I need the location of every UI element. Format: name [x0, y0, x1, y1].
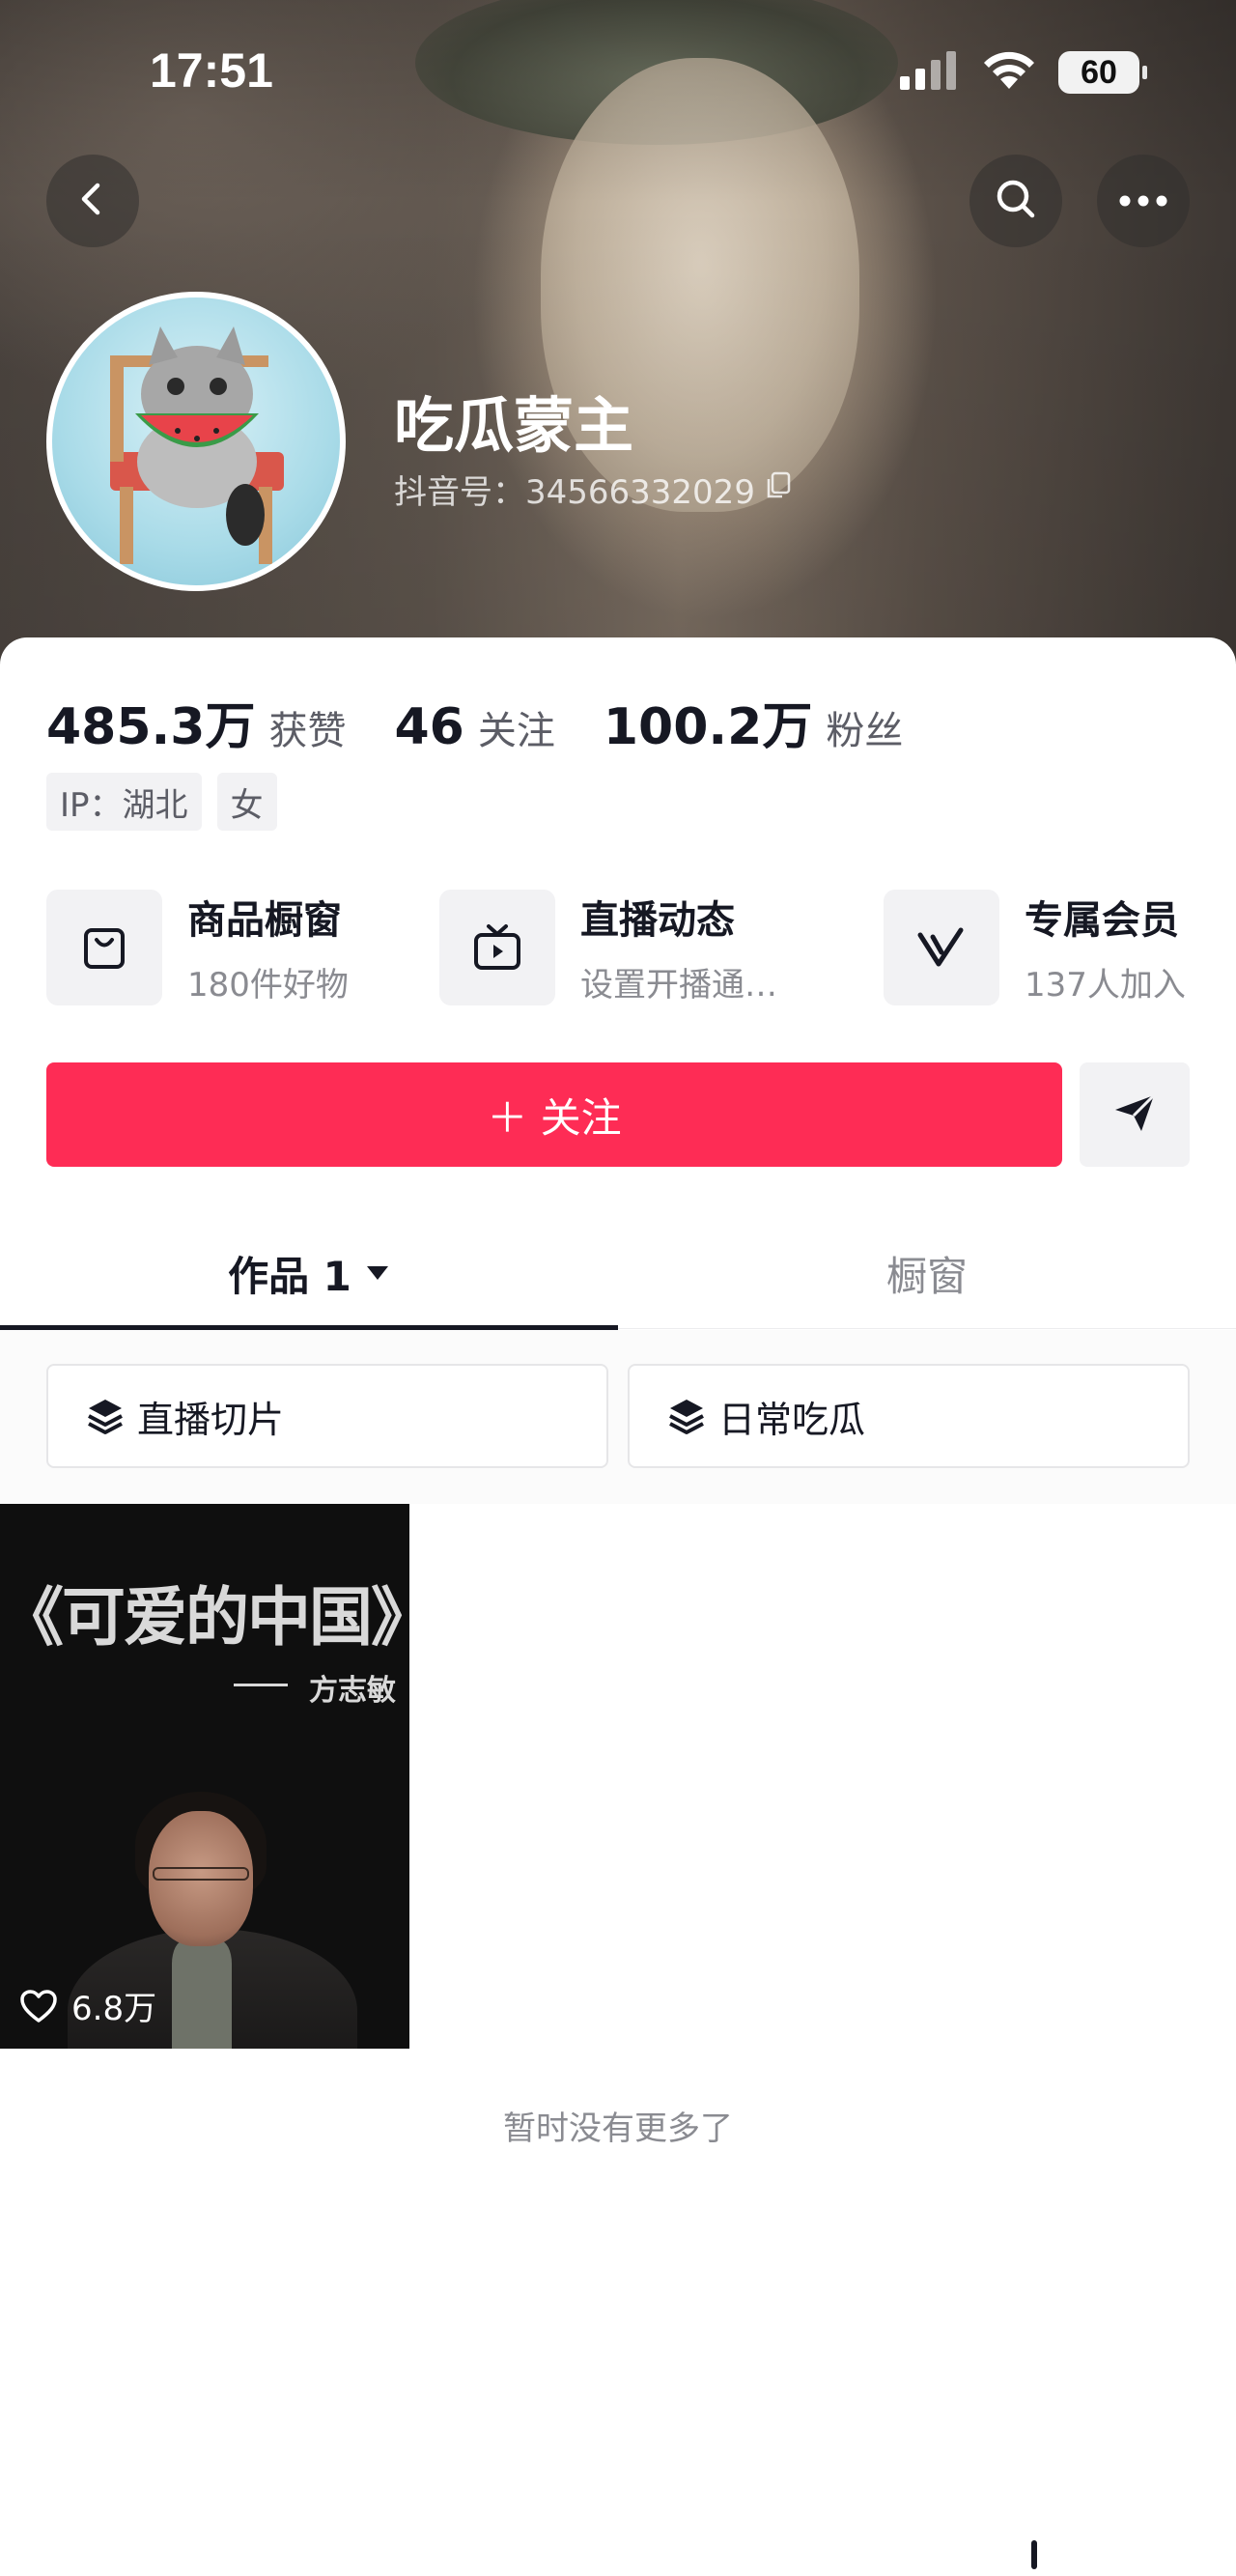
video-cover-title: 《可爱的中国》	[0, 1579, 409, 1655]
tag-ip-location: IP：湖北	[46, 773, 202, 831]
layers-icon	[85, 1397, 126, 1435]
scroll-indicator	[1031, 2540, 1037, 2569]
stat-label: 关注	[477, 709, 555, 753]
back-button[interactable]	[46, 155, 139, 247]
tab-window-label: 橱窗	[885, 1252, 968, 1300]
caret-down-icon	[365, 1263, 390, 1283]
heart-icon	[19, 1989, 58, 2024]
tab-works-label: 作品 1	[228, 1252, 351, 1300]
feature-title: 专属会员	[1025, 898, 1179, 943]
stat-label: 获赞	[268, 709, 347, 753]
avatar-cat-watermelon-image	[110, 326, 284, 564]
collection-chip-label: 日常吃瓜	[718, 1398, 866, 1441]
no-more-content-text: 暂时没有更多了	[503, 2109, 733, 2148]
follow-button[interactable]: ＋ 关注	[46, 1062, 1062, 1167]
search-icon	[993, 176, 1039, 226]
wifi-icon	[981, 50, 1037, 95]
feature-entries: 商品橱窗 180件好物 直播动态 设置开播通… 专属会员 137人加入	[46, 889, 1205, 1008]
status-icons: 60	[900, 50, 1147, 95]
profile-name: 吃瓜蒙主	[394, 390, 634, 461]
paper-plane-icon	[1112, 1092, 1157, 1137]
stat-followers[interactable]: 100.2万 粉丝	[604, 686, 903, 758]
chevron-left-icon	[73, 180, 112, 222]
like-count-text: 6.8万	[71, 1990, 157, 2028]
tab-works[interactable]: 作品 1	[0, 1217, 618, 1331]
feature-live-updates[interactable]: 直播动态 设置开播通…	[439, 889, 777, 1005]
stat-label: 粉丝	[826, 709, 904, 753]
collection-chip-daily-gossip[interactable]: 日常吃瓜	[628, 1364, 1190, 1468]
shopping-bag-icon	[46, 889, 162, 1005]
battery-indicator: 60	[1058, 51, 1147, 94]
video-like-count: 6.8万	[19, 1982, 156, 2029]
content-tabs: 作品 1 橱窗	[0, 1217, 1236, 1331]
collection-chip-live-clips[interactable]: 直播切片	[46, 1364, 608, 1468]
tab-window[interactable]: 橱窗	[618, 1217, 1236, 1329]
collection-chips: 直播切片 日常吃瓜	[0, 1330, 1236, 1504]
stat-value: 46	[394, 698, 464, 756]
feature-title: 直播动态	[580, 898, 735, 943]
tv-icon	[439, 889, 555, 1005]
feature-exclusive-membership[interactable]: 专属会员 137人加入	[884, 889, 1186, 1005]
cellular-signal-icon	[900, 51, 960, 94]
feature-title: 商品橱窗	[187, 898, 342, 943]
video-cover-author: 方志敏	[309, 1674, 396, 1708]
collection-chip-label: 直播切片	[137, 1398, 285, 1441]
stat-likes[interactable]: 485.3万 获赞	[46, 686, 346, 758]
copy-icon[interactable]	[765, 470, 792, 509]
stat-following[interactable]: 46 关注	[394, 698, 554, 756]
status-time: 17:51	[150, 43, 273, 98]
douyin-id-text: 抖音号：34566332029	[394, 473, 755, 512]
profile-banner: 17:51 60 吃瓜蒙主 抖音号：34566332029	[0, 0, 1236, 676]
video-thumbnail[interactable]: 《可爱的中国》 方志敏 6.8万	[0, 1504, 409, 2049]
more-dots-icon	[1119, 192, 1167, 211]
v-badge-icon	[884, 889, 999, 1005]
feature-subtitle: 137人加入	[1025, 966, 1186, 1005]
profile-tags: IP：湖北 女	[46, 773, 277, 831]
stat-value: 100.2万	[603, 698, 813, 756]
profile-stats: 485.3万 获赞 46 关注 100.2万 粉丝	[46, 686, 951, 758]
douyin-id[interactable]: 抖音号：34566332029	[394, 466, 792, 513]
tag-gender: 女	[216, 773, 277, 831]
feature-subtitle: 180件好物	[187, 966, 349, 1005]
stat-value: 485.3万	[46, 698, 256, 756]
feature-subtitle: 设置开播通…	[580, 966, 777, 1005]
search-button[interactable]	[969, 155, 1062, 247]
more-button[interactable]	[1097, 155, 1190, 247]
feature-shop-window[interactable]: 商品橱窗 180件好物	[46, 889, 349, 1005]
profile-sheet: 485.3万 获赞 46 关注 100.2万 粉丝 IP：湖北 女 商品橱窗 1…	[0, 637, 1236, 2576]
send-message-button[interactable]	[1080, 1062, 1190, 1167]
layers-icon	[666, 1397, 707, 1435]
avatar[interactable]	[46, 292, 346, 591]
video-person-glasses	[153, 1867, 249, 1881]
